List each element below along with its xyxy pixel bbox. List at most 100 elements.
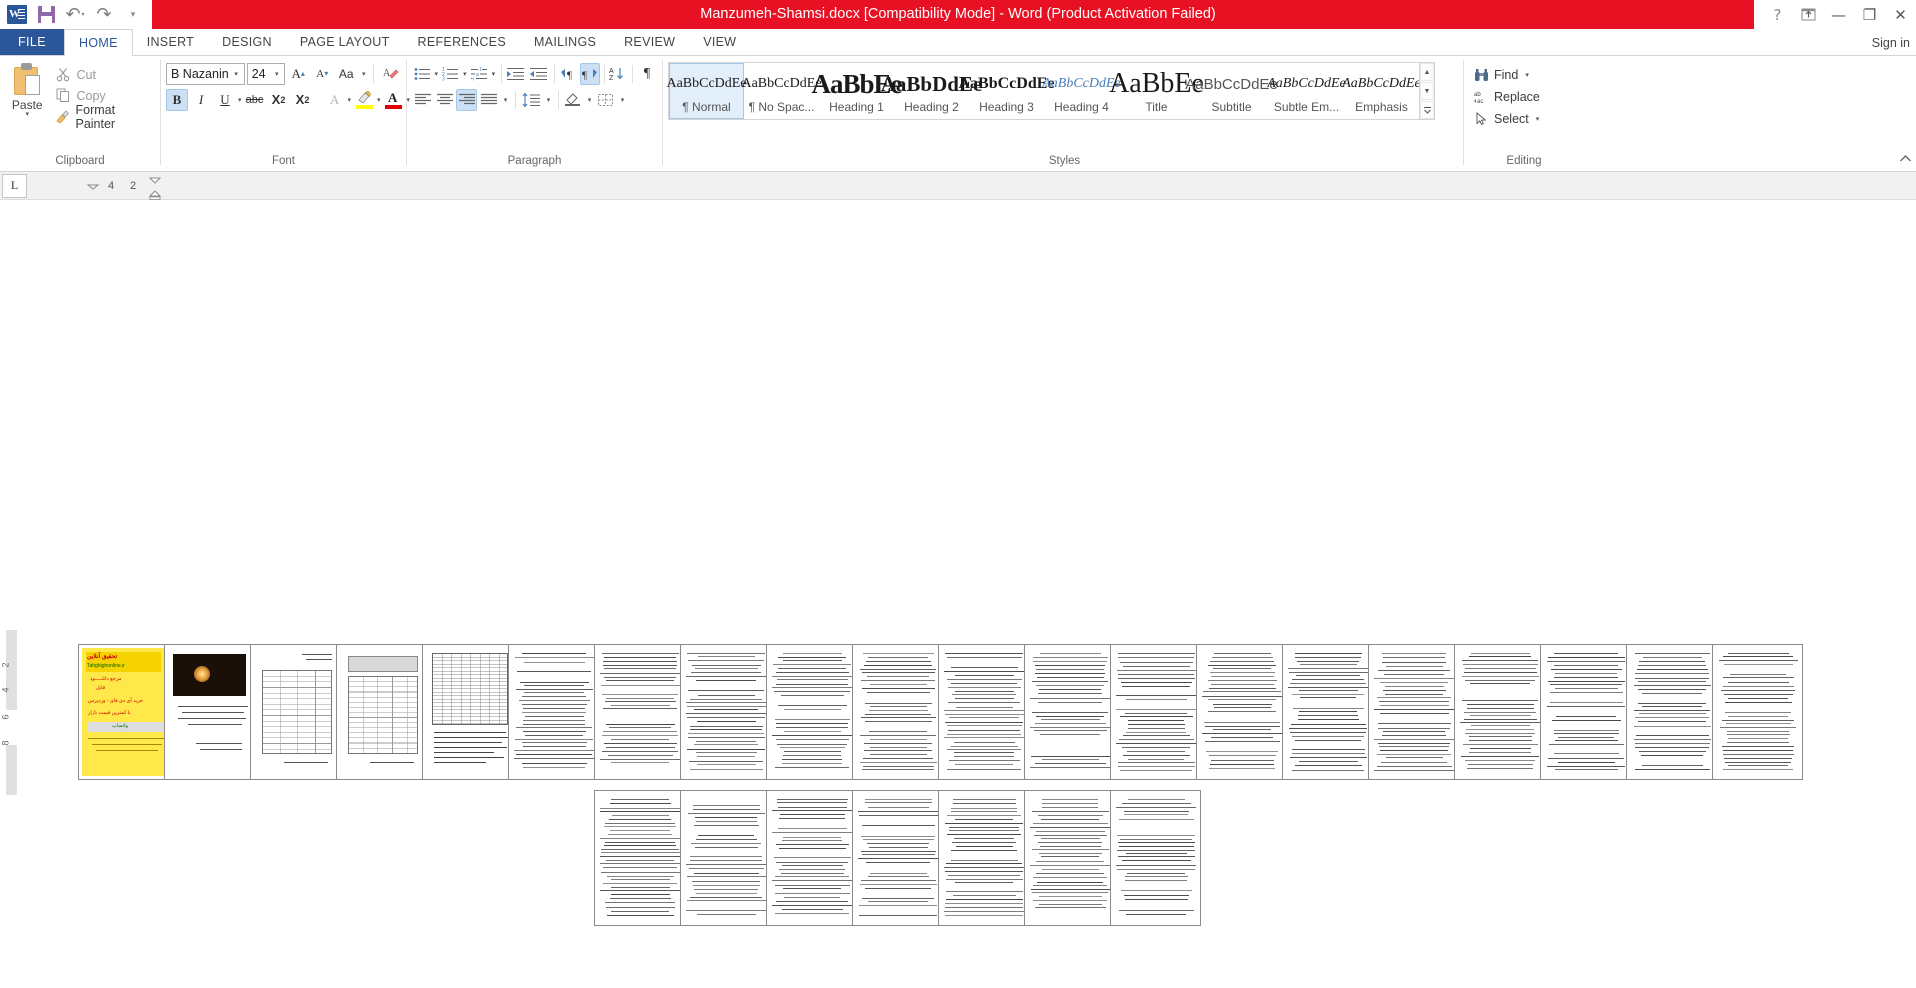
tab-references[interactable]: REFERENCES [404,29,520,55]
page-thumbnail-12[interactable] [1024,644,1115,780]
style-no-spacing[interactable]: AaBbCcDdEe ¶ No Spac... [741,63,821,119]
numbering-button[interactable]: 123 [441,63,461,85]
page-thumbnail-6[interactable] [508,644,599,780]
page-thumbnail-1[interactable]: تحقیق آنلاین Tahghighonline.ir مرجع دانل… [78,644,169,780]
clear-formatting-button[interactable]: A [379,63,401,85]
style-normal[interactable]: AaBbCcDdEe ¶ Normal [666,63,747,119]
superscript-button[interactable]: X2 [292,89,314,111]
chevron-down-icon[interactable]: ▾ [25,111,29,118]
justify-button[interactable] [478,89,499,111]
page-thumbnail-21[interactable] [594,790,685,926]
chevron-down-icon[interactable]: ▾ [500,89,511,111]
shrink-font-button[interactable]: A ▾ [311,63,333,85]
restore-button[interactable]: ❐ [1854,0,1885,29]
page-thumbnail-7[interactable] [594,644,685,780]
chevron-down-icon[interactable]: ▾ [1525,71,1529,79]
document-canvas[interactable]: 2 4 6 8 تحقیق آنلاین Tahghighonline.ir م… [0,200,1916,988]
style-heading-4[interactable]: AaBbCcDdEe Heading 4 [1042,63,1121,119]
tab-view[interactable]: VIEW [689,29,750,55]
hanging-indent-marker-icon[interactable] [148,176,162,200]
horizontal-ruler[interactable]: 4 2 [82,174,162,200]
bold-button[interactable]: B [166,88,188,111]
chevron-down-icon[interactable]: ▾ [543,89,554,111]
redo-icon[interactable]: ↷ [91,2,117,27]
decrease-indent-button[interactable] [505,63,527,85]
increase-indent-button[interactable] [528,63,550,85]
page-thumbnail-26[interactable] [1024,790,1115,926]
text-highlight-color-button[interactable] [353,89,375,111]
chevron-down-icon[interactable]: ▾ [617,89,628,111]
ribbon-display-options-icon[interactable] [1793,0,1823,29]
tab-page-layout[interactable]: PAGE LAYOUT [286,29,404,55]
page-thumbnail-4[interactable] [336,644,427,780]
help-icon[interactable]: ? [1762,0,1793,29]
page-thumbnail-11[interactable] [938,644,1029,780]
page-thumbnail-27[interactable] [1110,790,1201,926]
style-emphasis[interactable]: AaBbCcDdEe Emphasis [1342,63,1421,119]
tab-file[interactable]: FILE [0,29,64,55]
text-effects-button[interactable]: A [324,89,346,111]
font-color-button[interactable]: A [383,89,405,111]
grow-font-button[interactable]: A ▴ [287,63,309,85]
styles-scroll-up-button[interactable]: ▲ [1420,63,1434,81]
chevron-down-icon[interactable]: ▾ [584,89,595,111]
page-thumbnail-20[interactable] [1712,644,1803,780]
borders-button[interactable] [596,89,616,111]
page-thumbnail-15[interactable] [1282,644,1373,780]
page-thumbnail-23[interactable] [766,790,857,926]
page-thumbnail-2[interactable] [164,644,255,780]
replace-button[interactable]: ab ac Replace [1469,86,1579,108]
subscript-button[interactable]: X2 [268,89,290,111]
change-case-button[interactable]: Aa [335,63,357,85]
chevron-down-icon[interactable]: ▾ [238,89,242,111]
paste-button[interactable]: Paste ▾ [5,60,49,154]
close-button[interactable]: ✕ [1885,0,1916,29]
styles-gallery-scrollbar[interactable]: ▲ ▼ [1419,63,1434,119]
tab-selector-button[interactable]: L [2,173,27,198]
chevron-down-icon[interactable]: ▾ [433,63,440,85]
chevron-down-icon[interactable]: ▾ [359,63,368,85]
chevron-down-icon[interactable]: ▾ [348,89,352,111]
page-thumbnail-24[interactable] [852,790,943,926]
page-thumbnail-18[interactable] [1540,644,1631,780]
chevron-down-icon[interactable]: ▾ [462,63,469,85]
strikethrough-button[interactable]: abc [244,89,266,111]
minimize-button[interactable]: — [1823,0,1854,29]
chevron-down-icon[interactable]: ▾ [229,70,244,78]
styles-more-button[interactable] [1420,101,1434,119]
page-thumbnail-5[interactable] [422,644,513,780]
page-thumbnail-25[interactable] [938,790,1029,926]
font-size-combo[interactable]: 24 ▾ [246,62,286,85]
customize-quick-access-toolbar-icon[interactable]: ▾ [120,2,146,27]
page-thumbnail-10[interactable] [852,644,943,780]
align-left-button[interactable] [412,89,433,111]
page-thumbnail-22[interactable] [680,790,771,926]
format-painter-button[interactable]: Format Painter [51,103,155,131]
page-thumbnail-8[interactable] [680,644,771,780]
page-thumbnail-9[interactable] [766,644,857,780]
style-title[interactable]: AaBbEe Title [1109,63,1204,119]
tab-design[interactable]: DESIGN [208,29,286,55]
indent-marker-icon[interactable] [86,176,100,196]
shading-button[interactable] [563,89,583,111]
underline-button[interactable]: U [214,89,236,111]
multilevel-list-button[interactable]: 1ai [469,63,489,85]
page-thumbnail-3[interactable] [250,644,341,780]
styles-scroll-down-button[interactable]: ▼ [1420,82,1434,100]
chevron-down-icon[interactable]: ▾ [377,89,381,111]
page-thumbnail-14[interactable] [1196,644,1287,780]
select-button[interactable]: Select ▾ [1469,108,1579,130]
tab-mailings[interactable]: MAILINGS [520,29,610,55]
bullets-button[interactable] [412,63,432,85]
page-thumbnail-13[interactable] [1110,644,1201,780]
style-subtitle[interactable]: AaBbCcDdEe Subtitle [1185,63,1278,119]
italic-button[interactable]: I [190,89,212,111]
sort-button[interactable]: AZ [608,63,628,85]
find-button[interactable]: Find ▾ [1469,64,1579,86]
chevron-down-icon[interactable]: ▾ [490,63,497,85]
page-thumbnail-17[interactable] [1454,644,1545,780]
sign-in-link[interactable]: Sign in [1872,29,1910,56]
show-formatting-marks-button[interactable]: ¶ [637,63,657,85]
cut-button[interactable]: Cut [51,64,155,85]
font-name-combo[interactable]: B Nazanin ▾ [166,62,245,85]
